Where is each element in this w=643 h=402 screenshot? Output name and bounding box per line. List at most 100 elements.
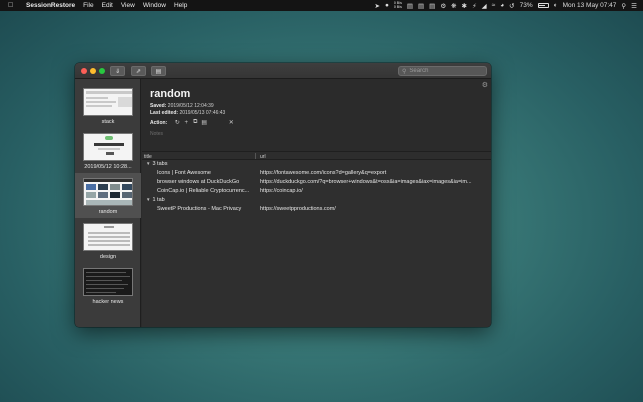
column-divider[interactable] (255, 153, 256, 159)
window-group-row[interactable]: ▼ 3 tabs (142, 161, 491, 170)
session-title[interactable]: random (150, 88, 190, 100)
window-tab-count: 1 tab (152, 197, 165, 203)
app-name-menu[interactable]: SessionRestore (26, 2, 75, 9)
menu-bar:  SessionRestore File Edit View Window H… (0, 0, 643, 11)
sessions-sidebar: stack 2019/05/12 10:28... random design … (75, 79, 141, 327)
session-label: design (99, 254, 117, 260)
search-field[interactable]: ⚲ (398, 66, 487, 76)
location-arrow-icon[interactable]: ➤ (374, 2, 379, 10)
tabs-table: title url ▼ 3 tabs Icons | Font Awesome h… (142, 151, 491, 327)
session-thumbnail (83, 268, 133, 296)
user-icon[interactable]: ● (385, 2, 389, 9)
tab-title: Icons | Font Awesome (157, 170, 211, 176)
session-label: 2019/05/12 10:28... (84, 164, 132, 170)
spotlight-search-icon[interactable]: ⚲ (621, 2, 626, 10)
table-row[interactable]: CoinCap.io | Reliable Cryptocurrenc... h… (142, 188, 491, 197)
tab-url: https://coincap.io/ (260, 188, 303, 194)
window-zoom-button[interactable] (99, 68, 105, 74)
menu-file[interactable]: File (83, 2, 93, 9)
memory-meter-icon[interactable]: ▤ (418, 2, 424, 10)
column-header-title[interactable]: title (144, 154, 152, 160)
apple-menu-icon[interactable]:  (8, 2, 18, 9)
cpu-meter-icon[interactable]: ▤ (407, 2, 413, 10)
window-group-row[interactable]: ▼ 1 tab (142, 197, 491, 206)
download-icon: ⇓ (114, 68, 121, 75)
headphones-icon[interactable]: ◕ (500, 2, 504, 9)
battery-icon[interactable] (537, 3, 549, 8)
action-label: Action: (150, 119, 168, 126)
tab-title: CoinCap.io | Reliable Cryptocurrenc... (157, 188, 250, 194)
last-edited-date: Last edited: 2019/05/13 07:46:43 (150, 110, 225, 116)
tab-url: https://fontawesome.com/icons?d=gallery&… (260, 170, 387, 176)
save-session-button[interactable]: ⇓ (110, 66, 125, 76)
gear-icon[interactable]: ⚙ (482, 81, 488, 89)
tab-url: https://sweetpproductions.com/ (260, 206, 336, 212)
restore-icon[interactable]: ↻ (173, 119, 181, 126)
disk-meter-icon[interactable]: ▤ (429, 2, 435, 10)
disclosure-triangle-icon[interactable]: ▼ (146, 161, 150, 166)
restore-session-button[interactable]: ⇗ (131, 66, 146, 76)
table-row[interactable]: SweetP Productions - Mac Privacy https:/… (142, 206, 491, 215)
tab-url: https://duckduckgo.com/?q=browser+window… (260, 179, 472, 185)
saved-date: Saved: 2019/05/12 12:04:39 (150, 103, 214, 109)
window-toolbar: ⇓ ⇗ ▤ ⚲ (75, 63, 491, 79)
session-item-stack[interactable]: stack (75, 83, 141, 128)
session-item-design[interactable]: design (75, 218, 141, 263)
table-row[interactable]: browser windows at DuckDuckGo https://du… (142, 179, 491, 188)
menu-window[interactable]: Window (143, 2, 166, 9)
session-label: hacker news (92, 299, 124, 305)
window-minimize-button[interactable] (90, 68, 96, 74)
bluetooth-icon[interactable]: ✱ (462, 2, 467, 10)
duplicate-icon[interactable]: ⧉ (191, 119, 199, 126)
session-thumbnail (83, 178, 133, 206)
document-icon: ▤ (155, 68, 162, 75)
dark-mode-icon[interactable]: ◐ (554, 2, 558, 9)
table-row[interactable]: Icons | Font Awesome https://fontawesome… (142, 170, 491, 179)
saved-label: Saved: (150, 103, 167, 109)
wifi-icon[interactable]: ≈ (492, 2, 496, 9)
menu-help[interactable]: Help (174, 2, 187, 9)
tab-title: SweetP Productions - Mac Privacy (157, 206, 242, 212)
add-icon[interactable]: + (182, 119, 190, 126)
last-edited-value: 2019/05/13 07:46:43 (179, 110, 226, 116)
battery-percent[interactable]: 73% (520, 2, 533, 9)
session-thumbnail (83, 133, 133, 161)
close-icon[interactable]: ✕ (227, 119, 235, 126)
search-icon: ⚲ (402, 68, 407, 75)
saved-value: 2019/05/12 12:04:39 (167, 103, 214, 109)
tab-title: browser windows at DuckDuckGo (157, 179, 240, 185)
window-close-button[interactable] (81, 68, 87, 74)
session-item-2019-05-12[interactable]: 2019/05/12 10:28... (75, 128, 141, 173)
signal-icon[interactable]: ◢ (482, 2, 487, 10)
session-restore-window: ⇓ ⇗ ▤ ⚲ stack 2019/05/1 (75, 63, 491, 327)
settings-tray-icon[interactable]: ❋ (451, 2, 456, 10)
lightning-icon[interactable]: ⚡ (472, 2, 477, 10)
session-item-random[interactable]: random (75, 173, 141, 218)
column-header-url[interactable]: url (260, 154, 266, 160)
window-icon[interactable]: ▤ (200, 119, 208, 126)
clock[interactable]: Mon 13 May 07:47 (563, 2, 617, 9)
notes-field[interactable] (150, 130, 310, 138)
disclosure-triangle-icon[interactable]: ▼ (146, 197, 150, 202)
search-input[interactable] (409, 68, 480, 74)
network-down-speed: 0 B/s (393, 4, 402, 9)
menu-view[interactable]: View (121, 2, 135, 9)
session-label: stack (101, 119, 115, 125)
session-thumbnail (83, 88, 133, 116)
session-item-hacker-news[interactable]: hacker news (75, 263, 141, 308)
menu-edit[interactable]: Edit (102, 2, 113, 9)
notification-center-icon[interactable]: ☰ (631, 2, 637, 10)
table-header: title url (142, 151, 491, 160)
session-label: random (98, 209, 118, 215)
status-tray: ➤ ● 0 B/s 0 B/s ▤ ▤ ▤ ⚙ ❋ ✱ ⚡ ◢ ≈ ◕ ↺ 73… (374, 1, 643, 10)
window-tab-count: 3 tabs (152, 161, 168, 167)
battery-level-fill (539, 4, 546, 7)
window-group-label: ▼ 3 tabs (146, 161, 167, 167)
gear-tray-icon[interactable]: ⚙ (440, 2, 446, 10)
action-bar: Action: ↻ + ⧉ ▤ ✕ (150, 119, 236, 126)
import-session-button[interactable]: ▤ (151, 66, 166, 76)
time-machine-icon[interactable]: ↺ (509, 2, 514, 10)
last-edited-label: Last edited: (150, 110, 179, 116)
network-speed[interactable]: 0 B/s 0 B/s (393, 1, 402, 9)
session-thumbnail (83, 223, 133, 251)
